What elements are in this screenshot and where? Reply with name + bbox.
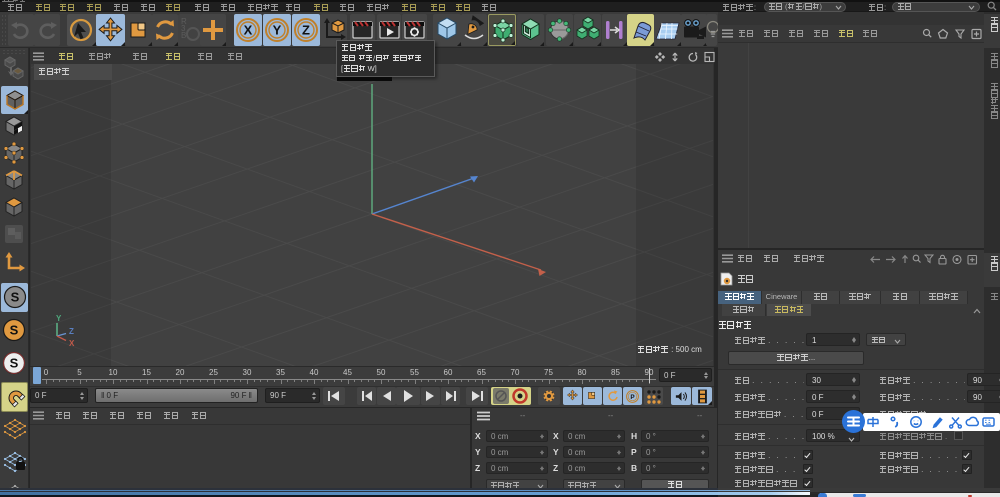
svg-text:P: P	[630, 394, 635, 401]
svg-text:Y: Y	[273, 23, 282, 38]
svg-text:Z: Z	[69, 327, 74, 336]
svg-text:Z: Z	[302, 23, 310, 38]
svg-text:S: S	[10, 356, 19, 371]
svg-text:X: X	[69, 339, 75, 348]
svg-text:Y: Y	[56, 314, 62, 323]
svg-text:S: S	[11, 290, 20, 305]
svg-text:S: S	[10, 323, 19, 338]
svg-text:X: X	[244, 23, 253, 38]
